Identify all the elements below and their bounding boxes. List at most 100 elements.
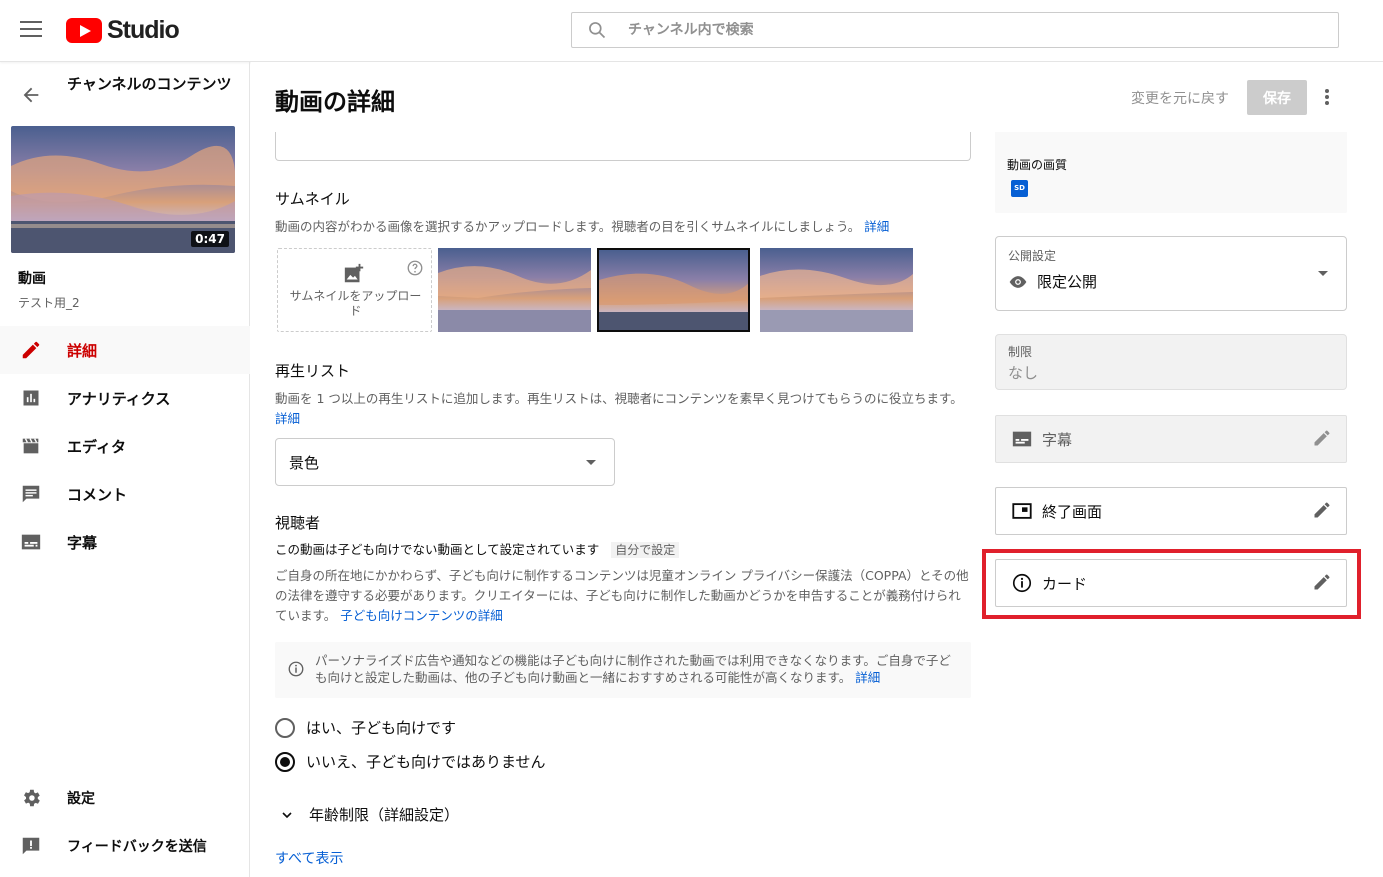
visibility-label: 公開設定 (1008, 249, 1057, 263)
subtitles-row[interactable]: 字幕 (995, 415, 1347, 463)
dropdown-arrow-icon (586, 460, 596, 465)
clapper-icon (20, 435, 42, 457)
undo-changes-button[interactable]: 変更を元に戻す (1131, 88, 1229, 108)
channel-content-title[interactable]: チャンネルのコンテンツ (67, 76, 237, 93)
visibility-value-text: 限定公開 (1037, 273, 1098, 291)
sidebar-item-label: アナリティクス (67, 389, 171, 408)
info-icon (287, 660, 305, 682)
sidebar-item-label: 詳細 (67, 341, 98, 360)
more-options-icon[interactable] (1317, 86, 1337, 108)
analytics-icon (20, 387, 42, 409)
logo-text: Studio (107, 16, 180, 44)
video-thumbnail[interactable]: 0:47 (11, 126, 235, 253)
playlist-section-title: 再生リスト (275, 362, 351, 380)
age-restriction-toggle[interactable]: 年齢制限（詳細設定） (279, 804, 459, 825)
save-button[interactable]: 保存 (1247, 80, 1307, 115)
studio-logo[interactable]: Studio (66, 16, 180, 45)
pencil-icon[interactable] (1312, 428, 1332, 452)
sidebar-item-analytics[interactable]: アナリティクス (0, 374, 250, 422)
thumbnail-option-selected[interactable] (597, 248, 750, 332)
sidebar-item-label: 設定 (67, 791, 95, 807)
sidebar-item-label: コメント (67, 485, 128, 504)
kids-content-learn-more-link[interactable]: 子ども向けコンテンツの詳細 (340, 608, 503, 623)
add-photo-icon (343, 263, 365, 288)
restriction-label: 制限 (1008, 345, 1033, 359)
radio-not-made-for-kids[interactable]: いいえ、子ども向けではありません (275, 751, 546, 772)
radio-label: いいえ、子ども向けではありません (306, 753, 546, 771)
menu-icon[interactable] (20, 21, 42, 39)
thumbnail-option[interactable] (438, 248, 591, 332)
restriction-field: 制限 なし (995, 334, 1347, 390)
playlist-desc-text: 動画を 1 つ以上の再生リストに追加します。再生リストは、視聴者にコンテンツを素… (275, 391, 963, 406)
top-bar: Studio (0, 0, 1383, 62)
restriction-value: なし (1008, 364, 1039, 382)
comment-icon (20, 483, 42, 505)
thumbnail-learn-more-link[interactable]: 詳細 (864, 219, 889, 234)
page-header: 動画の詳細 変更を元に戻す 保存 (251, 62, 1383, 132)
youtube-play-icon (66, 18, 102, 43)
subtitles-icon (20, 531, 42, 553)
audience-section-title: 視聴者 (275, 514, 321, 532)
radio-button[interactable] (275, 717, 295, 738)
search-icon[interactable] (572, 20, 622, 40)
playlist-selected-value: 景色 (289, 453, 320, 472)
end-screen-row[interactable]: 終了画面 (995, 487, 1347, 535)
end-screen-icon (1010, 499, 1034, 523)
sidebar-item-settings[interactable]: 設定 (0, 774, 250, 822)
upload-thumbnail-button[interactable]: サムネイルをアップロード (277, 248, 432, 332)
subtitles-icon (1010, 427, 1034, 451)
kids-notice-box: パーソナライズド広告や通知などの機能は子ども向けに制作された動画では利用できなく… (275, 642, 971, 698)
pencil-icon[interactable] (1312, 500, 1332, 524)
kids-notice-text: パーソナライズド広告や通知などの機能は子ども向けに制作された動画では利用できなく… (315, 652, 955, 686)
visibility-dropdown[interactable]: 公開設定 限定公開 (995, 236, 1347, 311)
self-set-badge: 自分で設定 (611, 542, 680, 558)
dropdown-arrow-icon (1318, 271, 1328, 276)
sd-badge: SD (1011, 180, 1028, 197)
age-restriction-label: 年齢制限（詳細設定） (309, 806, 460, 824)
search-input[interactable] (622, 22, 1338, 38)
pencil-icon (20, 339, 42, 361)
notice-learn-more-link[interactable]: 詳細 (855, 670, 880, 685)
end-screen-label: 終了画面 (1042, 502, 1103, 521)
main-content: 動画の詳細 変更を元に戻す 保存 サムネイル 動画の内容がわかる画像を選択するか… (251, 62, 1383, 877)
video-quality-box: 動画の画質 SD (995, 132, 1347, 213)
coppa-description: ご自身の所在地にかかわらず、子ども向けに制作するコンテンツは児童オンライン プラ… (275, 566, 971, 626)
eye-icon (1009, 275, 1027, 288)
subtitles-label: 字幕 (1042, 430, 1073, 449)
video-quality-label: 動画の画質 (1007, 158, 1068, 172)
sidebar-item-details[interactable]: 詳細 (0, 326, 250, 374)
description-field[interactable] (275, 132, 971, 161)
video-duration: 0:47 (191, 231, 229, 247)
thumbnail-desc-text: 動画の内容がわかる画像を選択するかアップロードします。視聴者の目を引くサムネイル… (275, 219, 861, 234)
playlist-description: 動画を 1 つ以上の再生リストに追加します。再生リストは、視聴者にコンテンツを素… (275, 389, 971, 429)
radio-made-for-kids[interactable]: はい、子ども向けです (275, 717, 456, 738)
radio-label: はい、子ども向けです (306, 719, 457, 737)
sidebar-item-editor[interactable]: エディタ (0, 422, 250, 470)
playlist-learn-more-link[interactable]: 詳細 (275, 411, 300, 426)
sidebar-item-label: 字幕 (67, 533, 98, 552)
sidebar-item-comments[interactable]: コメント (0, 470, 250, 518)
radio-button-checked[interactable] (275, 751, 295, 772)
back-arrow-icon[interactable] (20, 84, 42, 110)
video-label: 動画 (18, 271, 46, 287)
playlist-dropdown[interactable]: 景色 (275, 438, 615, 486)
page-title: 動画の詳細 (275, 88, 395, 116)
sidebar-item-feedback[interactable]: フィードバックを送信 (0, 822, 250, 870)
chevron-down-icon (282, 811, 292, 818)
help-icon[interactable] (406, 259, 424, 280)
thumbnail-description: 動画の内容がわかる画像を選択するかアップロードします。視聴者の目を引くサムネイル… (275, 217, 971, 237)
audience-status-text: この動画は子ども向けでない動画として設定されています (275, 542, 600, 557)
show-all-link[interactable]: すべて表示 (275, 848, 343, 868)
sidebar-item-label: フィードバックを送信 (67, 839, 207, 855)
sidebar: チャンネルのコンテンツ 0:47 動画 テスト用_2 詳細 アナリティクス エデ… (0, 62, 250, 877)
sidebar-nav: 詳細 アナリティクス エディタ コメント 字幕 (0, 326, 250, 566)
gear-icon (20, 787, 42, 809)
video-name: テスト用_2 (18, 296, 80, 310)
sidebar-item-subtitles[interactable]: 字幕 (0, 518, 250, 566)
thumbnail-option[interactable] (760, 248, 913, 332)
audience-status: この動画は子ども向けでない動画として設定されています 自分で設定 (275, 540, 971, 560)
feedback-icon (20, 835, 42, 857)
visibility-value: 限定公開 (1008, 271, 1097, 292)
cards-highlight-frame (982, 549, 1361, 619)
search-bar[interactable] (571, 12, 1339, 48)
